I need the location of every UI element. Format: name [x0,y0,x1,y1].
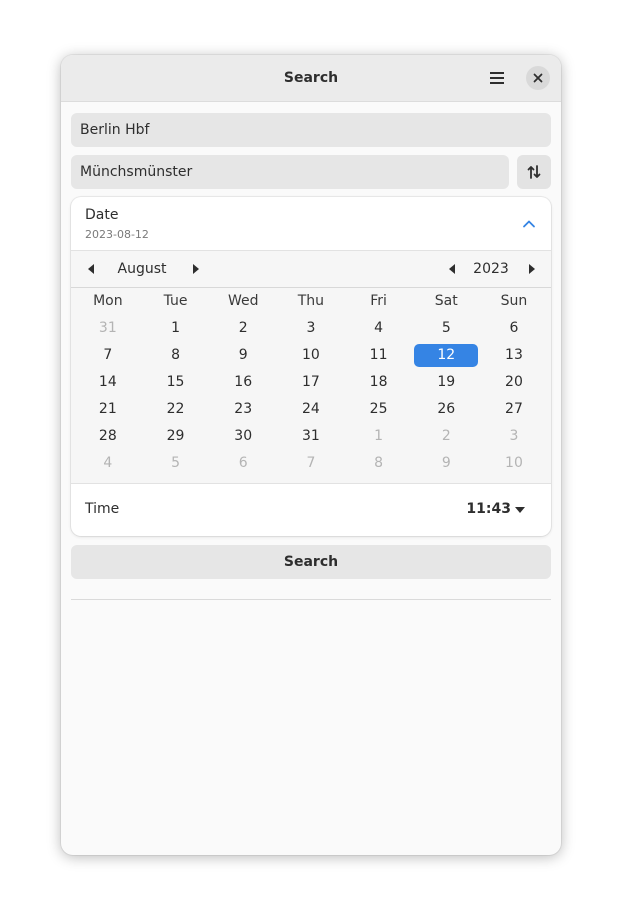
calendar-day[interactable]: 28 [74,423,142,450]
calendar-day[interactable]: 7 [74,342,142,369]
calendar-day[interactable]: 27 [480,396,548,423]
calendar-day[interactable]: 10 [480,450,548,477]
calendar-day[interactable]: 23 [209,396,277,423]
time-label: Time [85,501,120,517]
month-label: August [117,261,167,277]
swap-stations-button[interactable] [517,155,551,189]
calendar-day[interactable]: 31 [74,315,142,342]
hamburger-menu-icon [490,72,504,84]
close-icon [533,73,543,83]
calendar-day[interactable]: 17 [277,369,345,396]
calendar-day[interactable]: 2 [412,423,480,450]
calendar-grid: Mon Tue Wed Thu Fri Sat Sun 31 1 2 3 4 5… [74,288,548,477]
weekday-label: Wed [227,293,259,309]
close-button[interactable] [526,66,550,90]
time-value[interactable]: 11:43 [451,483,511,536]
search-button[interactable]: Search [71,545,551,579]
calendar-day[interactable]: 29 [142,423,210,450]
calendar-day[interactable]: 20 [480,369,548,396]
calendar-day[interactable]: 4 [74,450,142,477]
next-year-button[interactable] [524,261,540,277]
calendar-week-row: 14 15 16 17 18 19 20 [74,369,548,396]
calendar-day[interactable]: 11 [345,342,413,369]
calendar-day[interactable]: 7 [277,450,345,477]
triangle-down-icon [515,507,525,513]
calendar-day[interactable]: 1 [142,315,210,342]
weekday-label: Mon [93,293,123,309]
next-month-button[interactable] [188,261,204,277]
calendar-week-row: 31 1 2 3 4 5 6 [74,315,548,342]
calendar: August 2023 Mon Tue Wed Thu Fri Sat Sun … [71,250,551,484]
chevron-up-icon [523,220,535,228]
weekday-label: Tue [163,293,188,309]
calendar-week-row: 7 8 9 10 11 12 13 [74,342,548,369]
calendar-week-row: 21 22 23 24 25 26 27 [74,396,548,423]
calendar-header: August 2023 [71,251,551,288]
calendar-day[interactable]: 16 [209,369,277,396]
triangle-left-icon [88,264,94,274]
prev-year-button[interactable] [444,261,460,277]
calendar-day[interactable]: 13 [480,342,548,369]
weekday-header-row: Mon Tue Wed Thu Fri Sat Sun [74,288,548,315]
calendar-day[interactable]: 8 [345,450,413,477]
calendar-day[interactable]: 5 [142,450,210,477]
from-station-field[interactable]: Berlin Hbf [71,113,551,147]
calendar-day[interactable]: 30 [209,423,277,450]
calendar-day[interactable]: 5 [412,315,480,342]
results-separator [71,599,551,600]
year-label: 2023 [473,261,509,277]
time-dropdown-button[interactable] [514,504,526,516]
calendar-day[interactable]: 25 [345,396,413,423]
time-row: Time 11:43 [71,483,551,536]
calendar-day[interactable]: 4 [345,315,413,342]
triangle-right-icon [529,264,535,274]
calendar-day[interactable]: 9 [412,450,480,477]
date-label: Date [85,207,119,223]
date-value: 2023-08-12 [85,228,149,241]
weekday-label: Sun [500,293,528,309]
date-expander-toggle[interactable] [519,214,539,234]
prev-month-button[interactable] [83,261,99,277]
calendar-day[interactable]: 10 [277,342,345,369]
calendar-day[interactable]: 9 [209,342,277,369]
triangle-left-icon [449,264,455,274]
calendar-day-selected[interactable]: 12 [412,342,480,369]
calendar-day[interactable]: 26 [412,396,480,423]
swap-arrows-icon [527,165,541,179]
calendar-day[interactable]: 2 [209,315,277,342]
weekday-label: Thu [297,293,325,309]
calendar-day[interactable]: 15 [142,369,210,396]
calendar-day[interactable]: 31 [277,423,345,450]
calendar-day[interactable]: 3 [277,315,345,342]
calendar-day[interactable]: 1 [345,423,413,450]
weekday-label: Sat [434,293,458,309]
calendar-week-row: 28 29 30 31 1 2 3 [74,423,548,450]
calendar-day[interactable]: 22 [142,396,210,423]
triangle-right-icon [193,264,199,274]
calendar-day[interactable]: 18 [345,369,413,396]
calendar-day[interactable]: 6 [480,315,548,342]
calendar-day[interactable]: 6 [209,450,277,477]
calendar-day[interactable]: 24 [277,396,345,423]
calendar-day[interactable]: 19 [412,369,480,396]
to-station-field[interactable]: Münchsmünster [71,155,509,189]
calendar-day[interactable]: 21 [74,396,142,423]
main-menu-button[interactable] [484,65,510,91]
selected-day-label: 12 [414,344,479,367]
calendar-day[interactable]: 8 [142,342,210,369]
date-expander-row[interactable]: Date 2023-08-12 [71,197,551,250]
calendar-day[interactable]: 3 [480,423,548,450]
search-window: Search Berlin Hbf Münchsmünster Date 202… [61,55,561,855]
header-bar: Search [61,55,561,102]
calendar-day[interactable]: 14 [74,369,142,396]
weekday-label: Fri [370,293,387,309]
calendar-week-row: 4 5 6 7 8 9 10 [74,450,548,477]
date-time-card: Date 2023-08-12 August 2023 Mon Tue Wed … [71,197,551,536]
